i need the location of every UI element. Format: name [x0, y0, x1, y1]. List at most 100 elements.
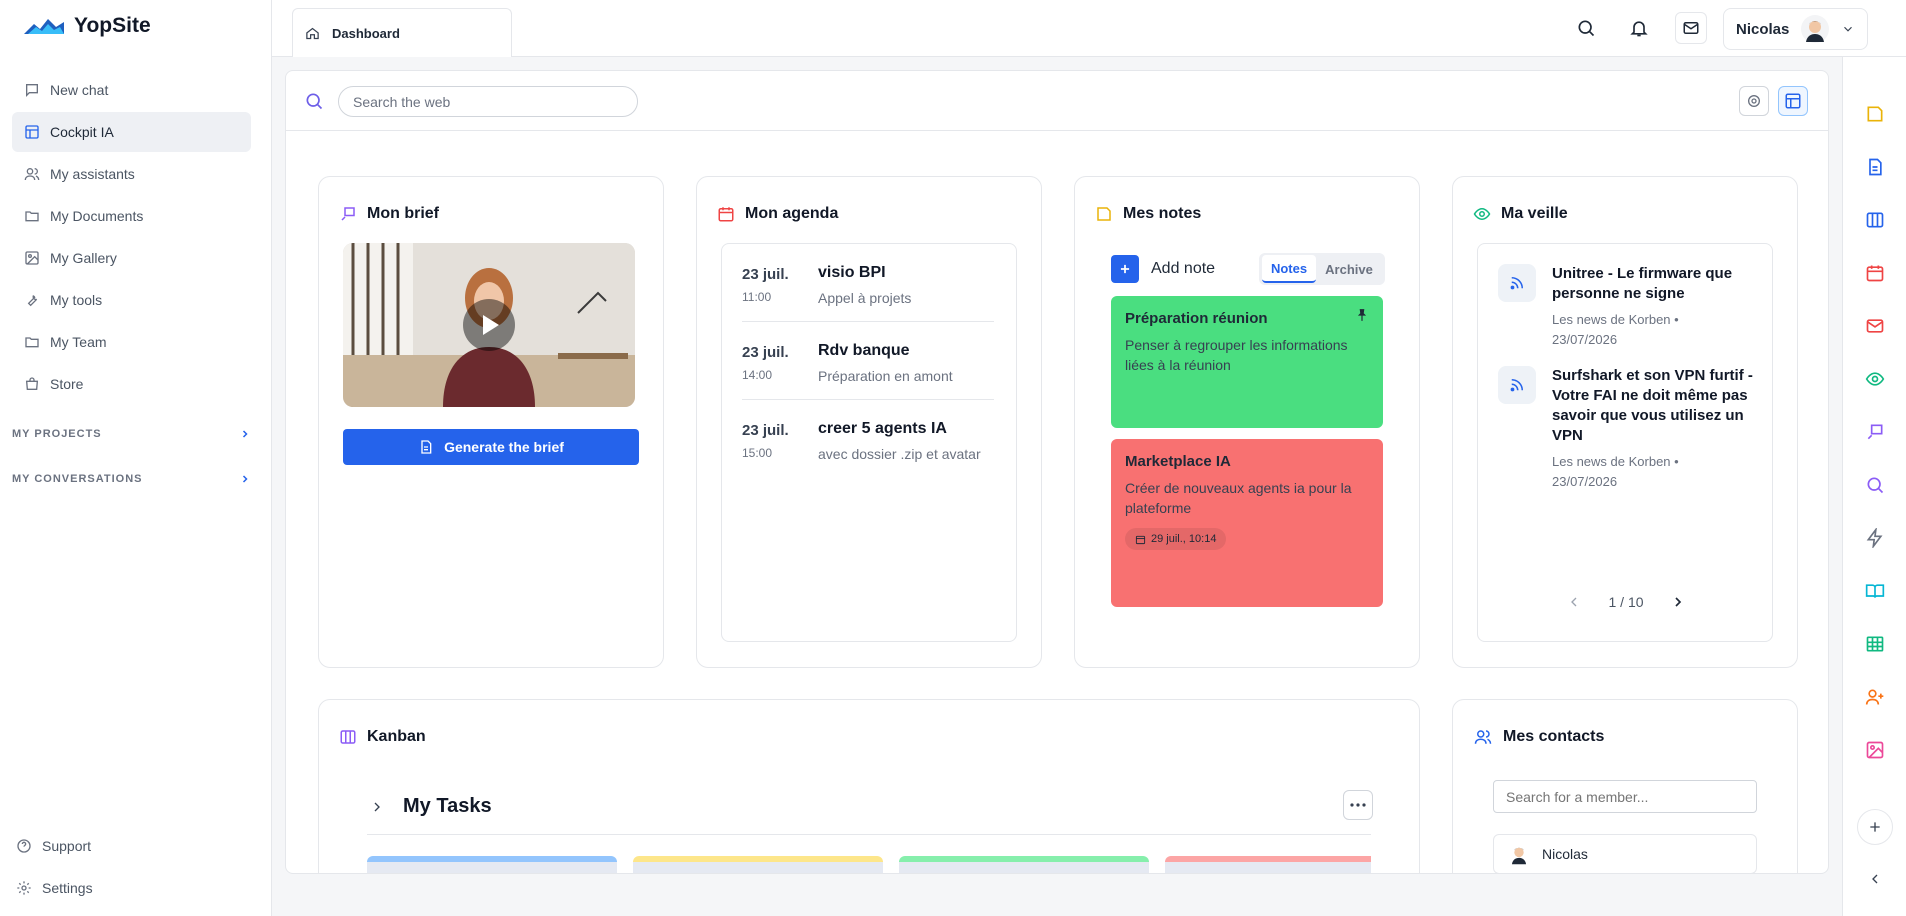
agenda-time: 14:00 — [742, 368, 773, 382]
section-my-conversations[interactable]: MY CONVERSATIONS — [12, 473, 251, 485]
pin-icon[interactable] — [1355, 308, 1369, 322]
user-menu[interactable]: Nicolas — [1723, 8, 1868, 50]
card-title: Kanban — [339, 728, 426, 746]
card-title: Ma veille — [1473, 205, 1568, 223]
notes-icon[interactable] — [1865, 104, 1885, 124]
board-title: My Tasks — [403, 795, 492, 817]
notes-tabs: Notes Archive — [1259, 253, 1385, 285]
mail-icon — [1683, 22, 1699, 34]
sidebar-item-label: My Gallery — [50, 250, 117, 266]
home-icon — [306, 27, 319, 39]
note-title: Préparation réunion — [1125, 310, 1268, 327]
team-icon[interactable] — [1865, 687, 1885, 707]
bolt-icon[interactable] — [1865, 528, 1885, 548]
book-icon[interactable] — [1865, 581, 1885, 601]
agenda-date: 23 juil. — [742, 266, 789, 283]
news-title: Unitree - Le firmware que personne ne si… — [1552, 265, 1733, 302]
kanban-column[interactable] — [367, 856, 617, 873]
notes-title: Mes notes — [1123, 205, 1202, 222]
board-menu-button[interactable] — [1343, 790, 1373, 820]
kanban-column[interactable] — [1165, 856, 1371, 873]
sidebar-item-cockpit-ia[interactable]: Cockpit IA — [12, 112, 251, 152]
search-input[interactable] — [338, 86, 638, 117]
news-source: Les news de Korben • — [1552, 312, 1679, 327]
sidebar-item-my-documents[interactable]: My Documents — [12, 196, 251, 236]
settings-button[interactable] — [1739, 86, 1769, 116]
agenda-time: 15:00 — [742, 446, 773, 460]
chevron-left-icon[interactable] — [1566, 594, 1582, 610]
section-my-projects[interactable]: MY PROJECTS — [12, 428, 251, 440]
news-item[interactable]: Surfshark et son VPN furtif - Votre FAI … — [1498, 366, 1764, 489]
veille-card: Ma veille Unitree - Le firmware que pers… — [1452, 176, 1798, 668]
add-note-button[interactable]: Add note — [1111, 255, 1215, 283]
sidebar-item-my-assistants[interactable]: My assistants — [12, 154, 251, 194]
contact-item[interactable]: Nicolas — [1493, 834, 1757, 873]
member-search-input[interactable] — [1493, 780, 1757, 813]
tab-notes[interactable]: Notes — [1262, 255, 1316, 283]
sidebar: YopSite New chat Cockpit IA My assistant… — [0, 0, 272, 916]
add-widget-button[interactable] — [1857, 809, 1893, 845]
settings-link[interactable]: Settings — [16, 880, 255, 896]
news-item[interactable]: Unitree - Le firmware que personne ne si… — [1498, 264, 1764, 354]
user-name: Nicolas — [1736, 20, 1790, 38]
agenda-item[interactable]: 23 juil. 11:00 visio BPI Appel à projets — [742, 246, 994, 322]
app-name: YopSite — [74, 14, 151, 37]
store-icon — [25, 377, 39, 390]
board-header[interactable]: My Tasks — [369, 795, 492, 818]
search-button[interactable] — [1571, 13, 1601, 43]
card-title: Mes notes — [1095, 205, 1201, 223]
brief-icon[interactable] — [1865, 422, 1885, 442]
folder-icon — [25, 211, 39, 222]
table-icon[interactable] — [1865, 634, 1885, 654]
avatar — [1511, 847, 1527, 865]
calendar-icon — [718, 207, 734, 222]
add-note-label: Add note — [1151, 260, 1216, 277]
notifications-button[interactable] — [1624, 13, 1654, 43]
sidebar-item-label: New chat — [50, 82, 109, 98]
generate-brief-button[interactable]: Generate the brief — [343, 429, 639, 465]
sidebar-item-label: My Team — [50, 334, 107, 350]
plus-icon — [1870, 822, 1880, 832]
agenda-item[interactable]: 23 juil. 14:00 Rdv banque Préparation en… — [742, 324, 994, 400]
eye-icon — [1473, 207, 1491, 221]
chevron-left-icon[interactable] — [1867, 871, 1883, 887]
sidebar-item-my-tools[interactable]: My tools — [12, 280, 251, 320]
mail-icon[interactable] — [1865, 316, 1885, 336]
brief-video[interactable] — [343, 243, 635, 407]
kanban-card: Kanban My Tasks — [318, 699, 1420, 873]
support-label: Support — [42, 838, 92, 854]
kanban-column[interactable] — [633, 856, 883, 873]
support-link[interactable]: Support — [16, 838, 255, 854]
tab-dashboard[interactable]: Dashboard — [292, 8, 512, 57]
agenda-date: 23 juil. — [742, 344, 789, 361]
sidebar-item-my-gallery[interactable]: My Gallery — [12, 238, 251, 278]
app-logo[interactable]: YopSite — [24, 14, 151, 38]
tab-label: Dashboard — [332, 25, 400, 41]
note-card[interactable]: Marketplace IA Créer de nouveaux agents … — [1111, 439, 1383, 607]
agenda-subtitle: Appel à projets — [818, 290, 912, 306]
sidebar-item-my-team[interactable]: My Team — [12, 322, 251, 362]
news-source: Les news de Korben • — [1552, 454, 1679, 469]
sidebar-nav: New chat Cockpit IA My assistants My Doc… — [12, 70, 251, 406]
right-toolbar — [1842, 57, 1906, 916]
gallery-icon[interactable] — [1865, 740, 1885, 760]
note-card[interactable]: Préparation réunion Penser à regrouper l… — [1111, 296, 1383, 428]
agenda-item[interactable]: 23 juil. 15:00 creer 5 agents IA avec do… — [742, 402, 994, 478]
chevron-right-icon[interactable] — [1670, 594, 1686, 610]
document-icon[interactable] — [1865, 157, 1885, 177]
layout-button[interactable] — [1778, 86, 1808, 116]
bell-icon — [1630, 21, 1648, 37]
sidebar-item-store[interactable]: Store — [12, 364, 251, 404]
section-label: MY CONVERSATIONS — [12, 473, 143, 485]
messages-button[interactable] — [1675, 12, 1707, 44]
calendar-icon[interactable] — [1865, 263, 1885, 283]
button-label: Generate the brief — [444, 439, 564, 455]
kanban-column[interactable] — [899, 856, 1149, 873]
eye-icon[interactable] — [1865, 369, 1885, 389]
sidebar-item-new-chat[interactable]: New chat — [12, 70, 251, 110]
agenda-subtitle: avec dossier .zip et avatar — [818, 446, 981, 462]
kanban-icon[interactable] — [1865, 210, 1885, 230]
search-icon[interactable] — [1865, 475, 1885, 495]
image-icon — [25, 251, 39, 265]
tab-archive[interactable]: Archive — [1316, 255, 1382, 283]
